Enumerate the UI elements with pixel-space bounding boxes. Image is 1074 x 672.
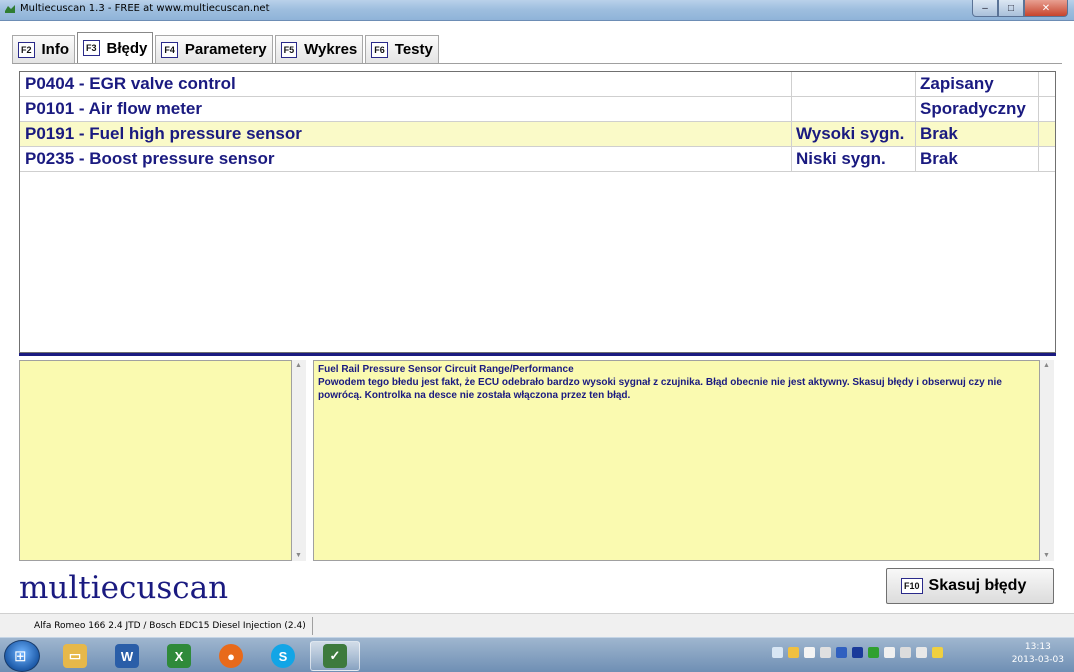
status-bar: Alfa Romeo 166 2.4 JTD / Bosch EDC15 Die…: [0, 613, 1074, 638]
fkey-badge: F2: [18, 41, 35, 58]
row-end-cell: [1038, 147, 1055, 171]
firefox-icon: ●: [219, 644, 243, 668]
freeze-frame-panel[interactable]: [19, 360, 292, 561]
excel-icon: X: [167, 644, 191, 668]
clock-date: 2013-03-03: [1011, 655, 1064, 665]
fkey-badge: F4: [161, 41, 178, 58]
scroll-down-icon[interactable]: ▼: [1043, 552, 1050, 559]
tab-label: Błędy: [106, 39, 148, 57]
taskbar: ⊞ ▭ W X ● S ✓ 13:13 2013-03-03: [0, 637, 1074, 672]
error-status: Zapisany: [915, 72, 1038, 96]
tray-messenger-icon[interactable]: [804, 647, 815, 658]
section-divider: [19, 353, 1056, 356]
taskbar-skype[interactable]: S: [258, 641, 308, 671]
error-code: P0235 - Boost pressure sensor: [25, 149, 275, 168]
multiecuscan-icon: ✓: [323, 644, 347, 668]
scroll-up-icon[interactable]: ▲: [295, 362, 302, 369]
word-icon: W: [115, 644, 139, 668]
clear-errors-label: Skasuj błędy: [928, 577, 1027, 594]
taskbar-firefox[interactable]: ●: [206, 641, 256, 671]
description-title: Fuel Rail Pressure Sensor Circuit Range/…: [318, 364, 574, 375]
tab-label: Info: [41, 41, 70, 58]
tray-security-icon[interactable]: [788, 647, 799, 658]
skype-icon: S: [271, 644, 295, 668]
row-end-cell: [1038, 97, 1055, 121]
clock-time: 13:13: [1024, 642, 1051, 652]
minimize-button[interactable]: ‒: [972, 0, 998, 17]
app-icon: [5, 5, 15, 13]
error-row[interactable]: P0101 - Air flow meter Sporadyczny: [20, 97, 1055, 122]
fkey-badge: F5: [280, 41, 298, 58]
system-tray: [772, 647, 943, 658]
error-status: Sporadyczny: [915, 97, 1038, 121]
error-code: P0191 - Fuel high pressure sensor: [25, 124, 302, 143]
tab-chart[interactable]: F5 Wykres: [274, 35, 364, 63]
row-end-cell: [1038, 122, 1055, 146]
tab-label: Testy: [394, 41, 433, 58]
tab-label: Wykres: [304, 41, 358, 58]
close-button[interactable]: ✕: [1024, 0, 1068, 17]
fkey-badge: F10: [901, 578, 923, 594]
error-status: Brak: [915, 147, 1038, 171]
tab-divider: [12, 63, 1062, 64]
window-title: Multiecuscan 1.3 - FREE at www.multiecus…: [20, 3, 270, 14]
taskbar-explorer[interactable]: ▭: [50, 641, 100, 671]
error-signal: Wysoki sygn.: [791, 122, 915, 146]
error-list: P0404 - EGR valve control Zapisany P0101…: [19, 71, 1056, 353]
error-row[interactable]: P0235 - Boost pressure sensor Niski sygn…: [20, 147, 1055, 172]
tray-flag-icon[interactable]: [884, 647, 895, 658]
start-button[interactable]: ⊞: [4, 640, 40, 672]
tray-network-icon[interactable]: [772, 647, 783, 658]
multiecuscan-logo: multiecuscan: [19, 570, 229, 606]
vehicle-info: Alfa Romeo 166 2.4 JTD / Bosch EDC15 Die…: [28, 617, 313, 635]
tab-strip: F2 Info F3 Błędy F4 Parametery F5 Wykres F6 T…: [12, 32, 441, 63]
scroll-down-icon[interactable]: ▼: [295, 552, 302, 559]
tab-tests[interactable]: F6 Testy: [365, 35, 439, 63]
error-status: Brak: [915, 122, 1038, 146]
tray-pointer-icon[interactable]: [820, 647, 831, 658]
error-code: P0404 - EGR valve control: [25, 74, 236, 93]
tray-update-icon[interactable]: [868, 647, 879, 658]
title-bar: Multiecuscan 1.3 - FREE at www.multiecus…: [0, 0, 1074, 21]
error-description-panel[interactable]: Fuel Rail Pressure Sensor Circuit Range/…: [313, 360, 1040, 561]
taskbar-word[interactable]: W: [102, 641, 152, 671]
windows-logo-icon: ⊞: [14, 648, 27, 665]
taskbar-excel[interactable]: X: [154, 641, 204, 671]
row-end-cell: [1038, 72, 1055, 96]
taskbar-clock[interactable]: 13:13 2013-03-03: [1012, 641, 1064, 667]
tab-label: Parametery: [184, 41, 267, 58]
error-row[interactable]: P0404 - EGR valve control Zapisany: [20, 72, 1055, 97]
left-scrollbar[interactable]: ▲ ▼: [292, 360, 306, 561]
maximize-button[interactable]: □: [998, 0, 1024, 17]
folder-icon: ▭: [63, 644, 87, 668]
taskbar-multiecuscan[interactable]: ✓: [310, 641, 360, 671]
fkey-badge: F3: [83, 40, 100, 56]
error-code: P0101 - Air flow meter: [25, 99, 202, 118]
description-body: Powodem tego błedu jest fakt, że ECU ode…: [318, 377, 1002, 401]
error-signal: [791, 72, 915, 96]
error-row-selected[interactable]: P0191 - Fuel high pressure sensor Wysoki…: [20, 122, 1055, 147]
tab-parameters[interactable]: F4 Parametery: [155, 35, 273, 63]
tab-info[interactable]: F2 Info: [12, 35, 76, 63]
tray-bluetooth-icon[interactable]: [852, 647, 863, 658]
error-signal: [791, 97, 915, 121]
tray-signal-icon[interactable]: [932, 647, 943, 658]
tray-battery-icon[interactable]: [900, 647, 911, 658]
error-signal: Niski sygn.: [791, 147, 915, 171]
tray-display-icon[interactable]: [836, 647, 847, 658]
tab-errors[interactable]: F3 Błędy: [77, 32, 154, 63]
fkey-badge: F6: [371, 41, 388, 58]
scroll-up-icon[interactable]: ▲: [1043, 362, 1050, 369]
right-scrollbar[interactable]: ▲ ▼: [1040, 360, 1054, 561]
clear-errors-button[interactable]: F10 Skasuj błędy: [886, 568, 1054, 604]
tray-volume-icon[interactable]: [916, 647, 927, 658]
